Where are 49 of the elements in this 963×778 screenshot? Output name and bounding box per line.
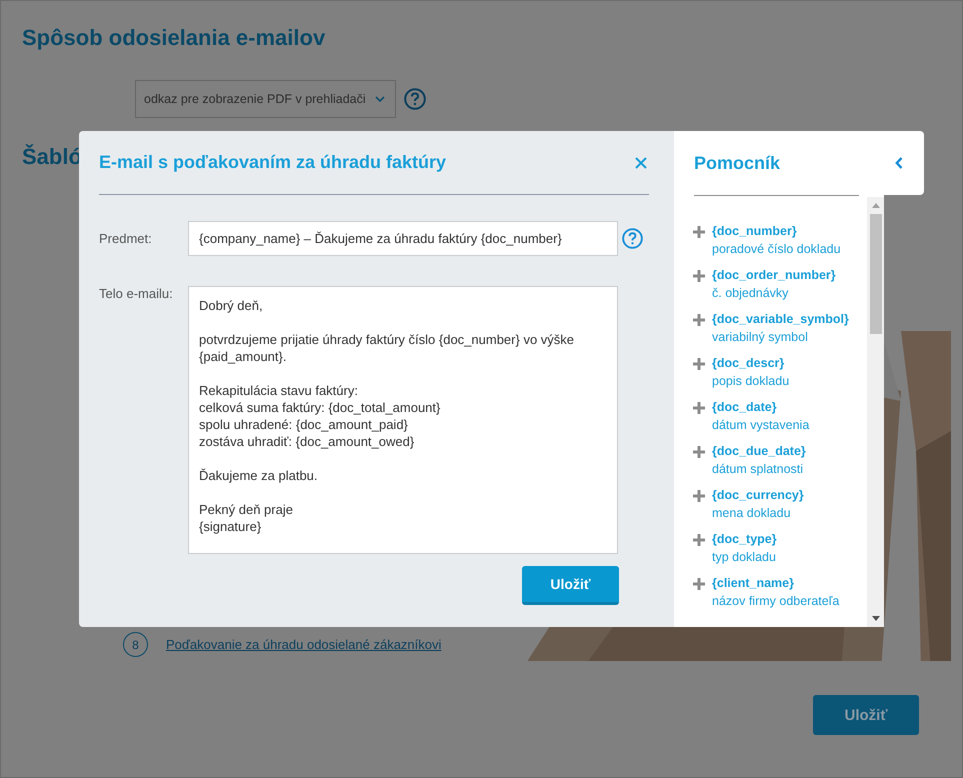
- plus-icon[interactable]: [693, 534, 705, 546]
- save-button[interactable]: Uložiť: [522, 566, 619, 605]
- scrollbar-thumb[interactable]: [870, 214, 882, 334]
- helper-title: Pomocník: [694, 152, 780, 174]
- plus-icon[interactable]: [693, 402, 705, 414]
- scroll-down-icon[interactable]: [872, 616, 880, 621]
- plus-icon[interactable]: [693, 578, 705, 590]
- placeholder-description: popis dokladu: [712, 373, 790, 390]
- placeholder-description: typ dokladu: [712, 549, 777, 566]
- help-icon[interactable]: [404, 88, 426, 110]
- placeholder-name[interactable]: {doc_variable_symbol}: [712, 311, 849, 328]
- placeholder-name[interactable]: {doc_number}: [712, 223, 841, 240]
- subject-field[interactable]: {company_name} – Ďakujeme za úhradu faktúry {doc_number}: [188, 221, 618, 256]
- placeholder-name[interactable]: {client_name}: [712, 575, 840, 592]
- placeholder-description: dátum splatnosti: [712, 461, 804, 478]
- placeholder-name[interactable]: {doc_currency}: [712, 487, 804, 504]
- subject-label: Predmet:: [99, 231, 153, 246]
- chevron-down-icon: [375, 96, 385, 102]
- close-icon[interactable]: [635, 156, 647, 168]
- placeholder-name[interactable]: {doc_date}: [712, 399, 810, 416]
- send-mode-select[interactable]: odkaz pre zobrazenie PDF v prehliadači: [135, 80, 396, 118]
- section-title: Šabló: [22, 144, 82, 170]
- plus-icon[interactable]: [693, 314, 705, 326]
- placeholder-name[interactable]: {doc_descr}: [712, 355, 790, 372]
- page-title: Spôsob odosielania e-mailov: [22, 25, 326, 51]
- save-button[interactable]: Uložiť: [813, 695, 919, 735]
- step-number: 8: [123, 632, 148, 657]
- placeholder-description: poradové číslo dokladu: [712, 241, 841, 258]
- placeholder-name[interactable]: {doc_type}: [712, 531, 777, 548]
- placeholder-name[interactable]: {doc_order_number}: [712, 267, 836, 284]
- placeholder-description: č. objednávky: [712, 285, 790, 302]
- body-field[interactable]: Dobrý deň, potvrdzujeme prijatie úhrady faktúry číslo {doc_number} vo výške {paid_amount}. Rekapitulácia stavu faktúry: celková suma faktúry: {doc_total_amount} spolu uhradené: {doc_amount_paid} zostáva uhradiť: {doc_amount_owed} Ďakujeme za platbu. Pekný deň praje {signature}: [188, 286, 618, 554]
- scrollbar[interactable]: [867, 197, 884, 627]
- plus-icon[interactable]: [693, 270, 705, 282]
- chevron-left-icon[interactable]: [895, 157, 903, 169]
- plus-icon[interactable]: [693, 358, 705, 370]
- placeholder-description: názov firmy odberateľa: [712, 593, 840, 610]
- placeholder-description: variabilný symbol: [712, 329, 809, 346]
- scroll-up-icon[interactable]: [872, 203, 880, 208]
- plus-icon[interactable]: [693, 226, 705, 238]
- placeholder-description: mena dokladu: [712, 505, 792, 522]
- plus-icon[interactable]: [693, 446, 705, 458]
- dialog-title: E-mail s poďakovaním za úhradu faktúry: [99, 152, 446, 173]
- placeholder-name[interactable]: {doc_due_date}: [712, 443, 806, 460]
- help-icon[interactable]: [622, 228, 643, 249]
- template-link[interactable]: Poďakovanie za úhradu odosielané zákazníkovi: [166, 637, 442, 652]
- placeholder-description: dátum vystavenia: [712, 417, 810, 434]
- plus-icon[interactable]: [693, 490, 705, 502]
- body-label: Telo e-mailu:: [99, 286, 174, 301]
